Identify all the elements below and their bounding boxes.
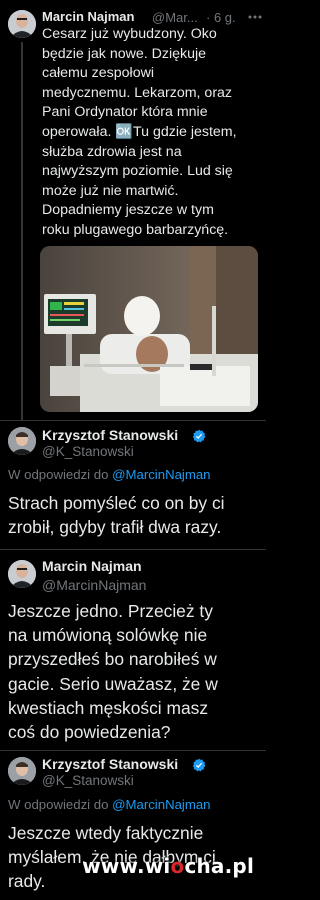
tweet-text: Cesarz już wybudzony. Oko będzie jak now…	[42, 25, 237, 241]
tweet-text-line: medycznemu. Lekarzom, oraz	[42, 84, 233, 101]
tweet-text: Jeszcze jedno. Przecież ty na umówioną s…	[8, 599, 218, 744]
author-handle[interactable]: @MarcinNajman	[42, 577, 146, 593]
reply-to: W odpowiedzi do @MarcinNajman	[8, 797, 211, 812]
author-name[interactable]: Krzysztof Stanowski	[42, 756, 178, 772]
tweet-text-line: na umówioną solówkę nie	[8, 625, 208, 646]
reply-prefix: W odpowiedzi do	[8, 467, 109, 482]
tweet-text-line: przyszedłeś bo narobiłeś w	[8, 649, 217, 670]
tweet-time[interactable]: · 6 g.	[206, 10, 236, 25]
tweet-text-line: najwyższym poziomie. Lud się	[42, 163, 233, 180]
verified-badge-icon	[192, 429, 206, 443]
author-name[interactable]: Marcin Najman	[42, 558, 142, 574]
reply-mention-link[interactable]: @MarcinNajman	[112, 467, 210, 482]
tweet-2[interactable]: Krzysztof Stanowski @K_Stanowski W odpow…	[0, 421, 266, 549]
tweet-text: Strach pomyśleć co on by ci zrobił, gdyb…	[8, 491, 225, 539]
tweet-text-line: operowała. 🆗Tu gdzie jestem,	[42, 123, 237, 140]
watermark-suffix: cha.pl	[184, 854, 254, 878]
avatar-krzysztof-stanowski[interactable]	[8, 757, 36, 785]
tweet-text-line: Jeszcze wtedy faktycznie	[8, 823, 204, 843]
tweet-text-line: Pani Ordynator która mnie	[42, 104, 208, 121]
tweet-text-line: będzie jak nowe. Dziękuje	[42, 45, 207, 62]
more-icon[interactable]	[248, 14, 262, 20]
tweet-text-line: roku plugawego barbarzyńcę.	[42, 221, 229, 238]
tweet-text-line: kwestiach męskości masz	[8, 697, 209, 718]
author-handle[interactable]: @K_Stanowski	[42, 773, 134, 788]
tweet-3[interactable]: Marcin Najman @MarcinNajman Jeszcze jedn…	[0, 550, 266, 750]
tweet-text-line: Jeszcze jedno. Przecież ty	[8, 601, 213, 621]
tweet-text-line: służba zdrowia jest na	[42, 143, 182, 160]
watermark-accent: o	[170, 854, 185, 878]
avatar-marcin-najman[interactable]	[8, 10, 36, 38]
avatar-krzysztof-stanowski[interactable]	[8, 427, 36, 455]
tweet-1[interactable]: Marcin Najman @Mar... · 6 g. Cesarz już …	[0, 0, 266, 420]
reply-mention-link[interactable]: @MarcinNajman	[112, 797, 210, 812]
reply-prefix: W odpowiedzi do	[8, 797, 109, 812]
avatar-marcin-najman[interactable]	[8, 560, 36, 588]
tweet-text-line: coś do powiedzenia?	[8, 722, 171, 743]
reply-to: W odpowiedzi do @MarcinNajman	[8, 467, 211, 482]
thread-line	[21, 42, 23, 420]
author-name[interactable]: Krzysztof Stanowski	[42, 427, 178, 443]
tweet-photo-hospital[interactable]	[40, 246, 258, 412]
watermark-prefix: www.wi	[82, 854, 171, 878]
author-handle[interactable]: @Mar...	[152, 10, 198, 25]
tweet-text-line: zrobił, gdyby trafił dwa razy.	[8, 517, 222, 537]
tweet-text-line: Dopadniemy jeszcze w tym	[42, 202, 214, 219]
author-handle[interactable]: @K_Stanowski	[42, 444, 134, 459]
tweet-text-line: Strach pomyśleć co on by ci	[8, 493, 225, 513]
author-name[interactable]: Marcin Najman	[42, 9, 134, 24]
tweet-text-line: gacie. Serio uważasz, że w	[8, 673, 218, 694]
watermark-logo: www.wiocha.pl	[82, 854, 254, 878]
tweet-text-line: może już nie martwić.	[42, 182, 179, 199]
verified-badge-icon	[192, 758, 206, 772]
tweet-text-line: Cesarz już wybudzony. Oko	[42, 26, 217, 42]
tweet-text-line: całemu zespołowi	[42, 65, 154, 82]
